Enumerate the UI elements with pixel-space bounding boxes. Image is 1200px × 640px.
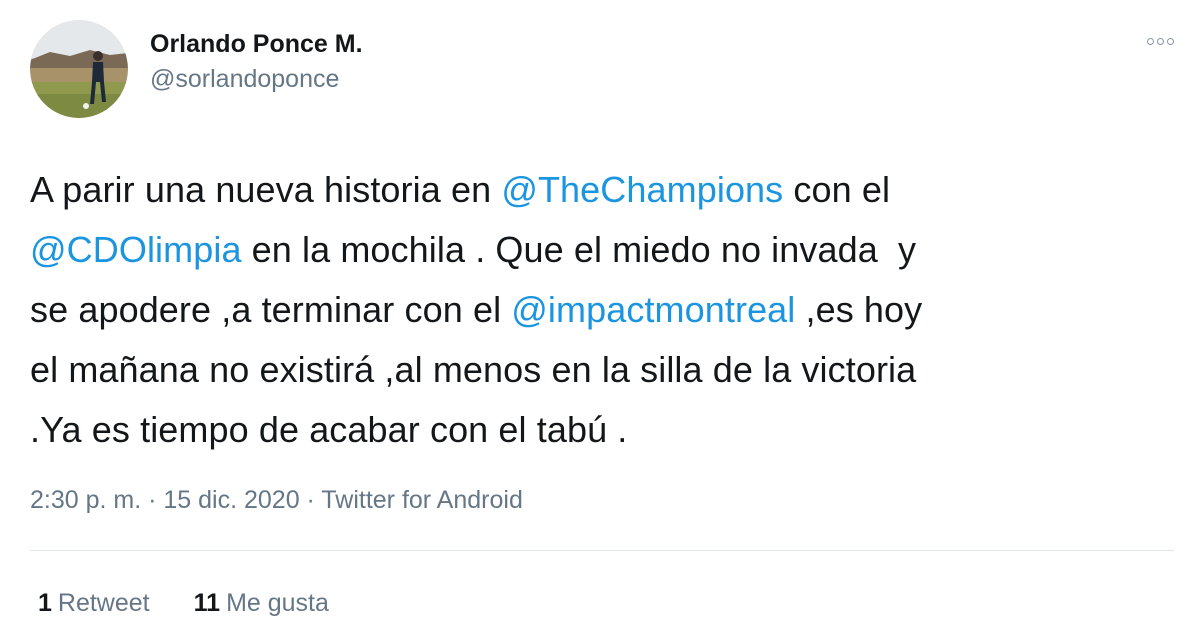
retweets-count: 1: [38, 589, 52, 617]
meta-separator: ·: [299, 486, 322, 514]
tweet-time[interactable]: 2:30 p. m.: [30, 486, 141, 514]
mention-link[interactable]: @CDOlimpia: [30, 229, 242, 270]
mention-link[interactable]: @TheChampions: [501, 169, 783, 210]
tweet-line: @CDOlimpia en la mochila . Que el miedo …: [30, 220, 1180, 280]
more-options-icon[interactable]: [1147, 38, 1174, 45]
tweet-text-segment: se apodere ,a terminar con el: [30, 289, 512, 330]
likes-label: Me gusta: [226, 589, 329, 617]
tweet-line: se apodere ,a terminar con el @impactmon…: [30, 280, 1180, 340]
likes-stat[interactable]: 11 Me gusta: [194, 586, 329, 620]
author-handle[interactable]: @sorlandoponce: [150, 61, 363, 97]
profile-photo-icon[interactable]: [30, 20, 128, 118]
tweet-header: Orlando Ponce M. @sorlandoponce: [30, 20, 363, 118]
dot-icon: [1157, 38, 1164, 45]
dot-icon: [1147, 38, 1154, 45]
meta-separator: ·: [141, 486, 164, 514]
mention-link[interactable]: @impactmontreal: [511, 289, 795, 330]
retweets-stat[interactable]: 1 Retweet: [38, 586, 150, 620]
tweet-text-segment: en la mochila . Que el miedo no invada y: [241, 229, 917, 270]
retweets-label: Retweet: [57, 589, 150, 617]
author-display-name[interactable]: Orlando Ponce M.: [150, 27, 363, 61]
tweet-stats: 1 Retweet 11 Me gusta: [38, 586, 329, 620]
tweet-date[interactable]: 15 dic. 2020: [163, 486, 299, 514]
divider: [30, 550, 1174, 551]
likes-count: 11: [193, 589, 221, 617]
tweet-text-segment: con el: [783, 169, 891, 210]
tweet-meta: 2:30 p. m. · 15 dic. 2020 · Twitter for …: [30, 482, 523, 518]
tweet-line: .Ya es tiempo de acabar con el tabú .: [30, 409, 628, 450]
tweet-line: A parir una nueva historia en @TheChampi…: [30, 160, 1180, 220]
author-names: Orlando Ponce M. @sorlandoponce: [150, 27, 363, 97]
tweet-source[interactable]: Twitter for Android: [321, 486, 522, 514]
tweet-line: el mañana no existirá ,al menos en la si…: [30, 349, 917, 390]
dot-icon: [1167, 38, 1174, 45]
tweet-text-segment: ,es hoy: [795, 289, 923, 330]
tweet-text: A parir una nueva historia en @TheChampi…: [30, 160, 1180, 460]
tweet-card: Orlando Ponce M. @sorlandoponce A parir …: [0, 0, 1200, 640]
tweet-text-segment: A parir una nueva historia en: [30, 169, 502, 210]
